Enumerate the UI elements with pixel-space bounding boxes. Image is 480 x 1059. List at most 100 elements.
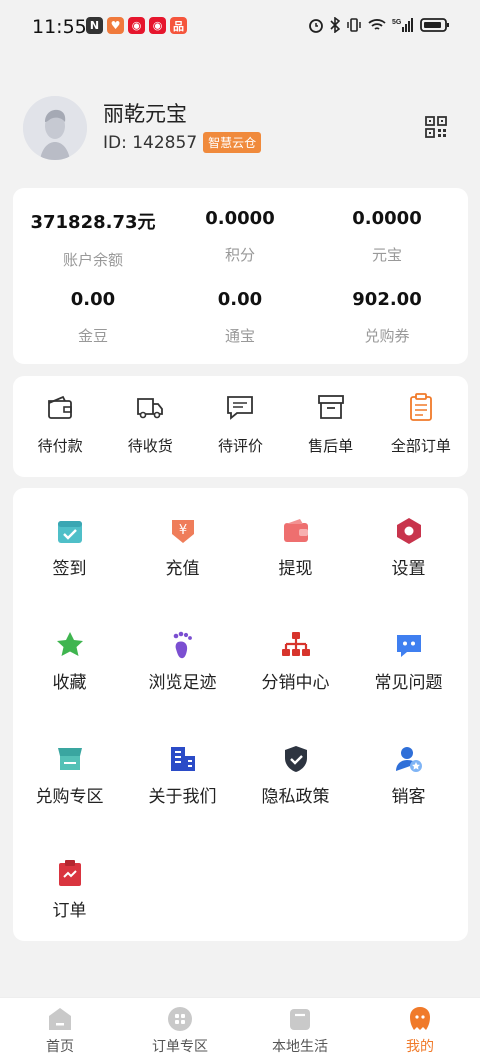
menu-recharge[interactable]: ¥ 充值 (126, 516, 239, 579)
store-icon (57, 748, 82, 770)
tab-home[interactable]: 首页 (10, 998, 110, 1059)
balance-label: 积分 (224, 246, 255, 264)
shield-icon (284, 746, 307, 772)
balance-value: 0.0000 (205, 208, 275, 229)
warehouse-badge: 智慧云仓 (203, 132, 262, 153)
order-pending-payment[interactable]: 待付款 (15, 376, 105, 477)
svg-text:¥: ¥ (178, 523, 186, 538)
default-avatar-icon (23, 96, 87, 160)
order-all[interactable]: 全部订单 (376, 376, 466, 477)
bottom-tab-bar: 首页 订单专区 本地生活 我的 (0, 997, 480, 1059)
vibrate-icon (347, 18, 361, 32)
menu-exchange-zone[interactable]: 兑购专区 (13, 744, 126, 807)
hierarchy-icon (281, 632, 310, 656)
tab-mine[interactable]: 我的 (370, 998, 470, 1059)
footprint-icon (173, 631, 192, 659)
menu-label: 收藏 (52, 673, 87, 693)
status-bar: 11:55 N ♥ ◉ ◉ 品 5G (0, 0, 480, 56)
balance-label: 金豆 (77, 327, 108, 345)
chat-icon (396, 635, 421, 657)
menu-about-us[interactable]: 关于我们 (126, 744, 239, 807)
menu-label: 分销中心 (261, 673, 330, 693)
qr-code-icon[interactable] (425, 116, 447, 138)
settings-hex-icon (396, 518, 421, 544)
balance-value: 0.00 (217, 289, 263, 310)
truck-icon (137, 398, 164, 419)
system-icons: 5G (308, 17, 450, 33)
nfc-icon: N (86, 17, 103, 34)
menu-sales-customer[interactable]: 销客 (352, 744, 465, 807)
order-pending-receipt[interactable]: 待收货 (105, 376, 195, 477)
notification-icons: N ♥ ◉ ◉ 品 (86, 17, 187, 34)
balance-tongbao[interactable]: 0.00 通宝 (165, 289, 315, 346)
user-id-row: ID: 142857 智慧云仓 (103, 132, 262, 153)
menu-faq[interactable]: 常见问题 (352, 630, 465, 693)
balance-label: 元宝 (371, 246, 402, 264)
menu-label: 提现 (278, 559, 313, 579)
alarm-icon (309, 19, 323, 33)
tab-label: 订单专区 (152, 1039, 208, 1055)
menu-orders[interactable]: 订单 (13, 858, 126, 921)
menu-label: 销客 (391, 787, 426, 807)
wallet-icon (283, 519, 308, 542)
menu-sign-in[interactable]: 签到 (13, 516, 126, 579)
building-icon (170, 747, 195, 771)
menu-label: 常见问题 (374, 673, 443, 693)
tab-local-life[interactable]: 本地生活 (250, 998, 350, 1059)
order-pending-review[interactable]: 待评价 (195, 376, 285, 477)
menu-settings[interactable]: 设置 (352, 516, 465, 579)
balance-value: 902.00 (352, 289, 422, 310)
signal-5g-icon: 5G (392, 18, 413, 32)
order-after-sale[interactable]: 售后单 (286, 376, 376, 477)
balance-gold-beans[interactable]: 0.00 金豆 (18, 289, 168, 346)
user-badge-icon (395, 747, 422, 772)
menu-browse-history[interactable]: 浏览足迹 (126, 630, 239, 693)
balance-label: 账户余额 (62, 251, 123, 269)
balance-yuanbao[interactable]: 0.0000 元宝 (312, 208, 462, 265)
order-label: 待评价 (217, 437, 263, 455)
menu-label: 充值 (165, 559, 200, 579)
user-name: 丽乾元宝 (103, 102, 187, 126)
order-label: 全部订单 (390, 437, 451, 455)
balance-value: 0.00 (70, 289, 116, 310)
grid-icon (168, 1007, 192, 1031)
clipboard-icon (409, 393, 432, 421)
calendar-check-icon (57, 521, 82, 543)
order-label: 售后单 (308, 437, 354, 455)
menu-label: 设置 (391, 559, 426, 579)
balance-card: 371828.73元 账户余额 0.0000 积分 0.0000 元宝 0.00… (13, 188, 468, 364)
menu-withdraw[interactable]: 提现 (239, 516, 352, 579)
menu-label: 订单 (52, 901, 87, 921)
balance-label: 兑购券 (364, 327, 410, 345)
tab-label: 首页 (46, 1039, 74, 1055)
tab-label: 本地生活 (272, 1039, 328, 1055)
function-menu-card: 签到 ¥ 充值 提现 设置 收藏 浏览足迹 分销中心 常见问题 兑购专区 关于我… (13, 488, 468, 941)
profile-icon (410, 1007, 430, 1030)
menu-label: 浏览足迹 (148, 673, 217, 693)
bluetooth-icon (330, 17, 340, 33)
tab-order-zone[interactable]: 订单专区 (130, 998, 230, 1059)
menu-distribution-center[interactable]: 分销中心 (239, 630, 352, 693)
home-icon (49, 1008, 71, 1030)
balance-account[interactable]: 371828.73元 账户余额 (18, 208, 168, 270)
order-label: 待收货 (127, 437, 173, 455)
balance-points[interactable]: 0.0000 积分 (165, 208, 315, 265)
balance-label: 通宝 (224, 327, 255, 345)
comment-icon (227, 396, 254, 420)
menu-label: 隐私政策 (261, 787, 330, 807)
wallet-icon (48, 395, 72, 419)
avatar[interactable] (23, 96, 87, 160)
balance-value: 371828.73元 (30, 212, 156, 233)
box-icon (317, 395, 344, 419)
menu-privacy-policy[interactable]: 隐私政策 (239, 744, 352, 807)
weibo-icon: ◉ (128, 17, 145, 34)
weibo-icon: ◉ (149, 17, 166, 34)
menu-favorites[interactable]: 收藏 (13, 630, 126, 693)
user-id: ID: 142857 (103, 132, 198, 153)
tab-label: 我的 (406, 1039, 434, 1055)
balance-coupon[interactable]: 902.00 兑购券 (312, 289, 462, 346)
svg-text:5G: 5G (392, 19, 402, 26)
order-status-card: 待付款 待收货 待评价 售后单 全部订单 (13, 376, 468, 477)
order-clipboard-icon (58, 860, 81, 886)
yen-recharge-icon: ¥ (171, 520, 194, 543)
